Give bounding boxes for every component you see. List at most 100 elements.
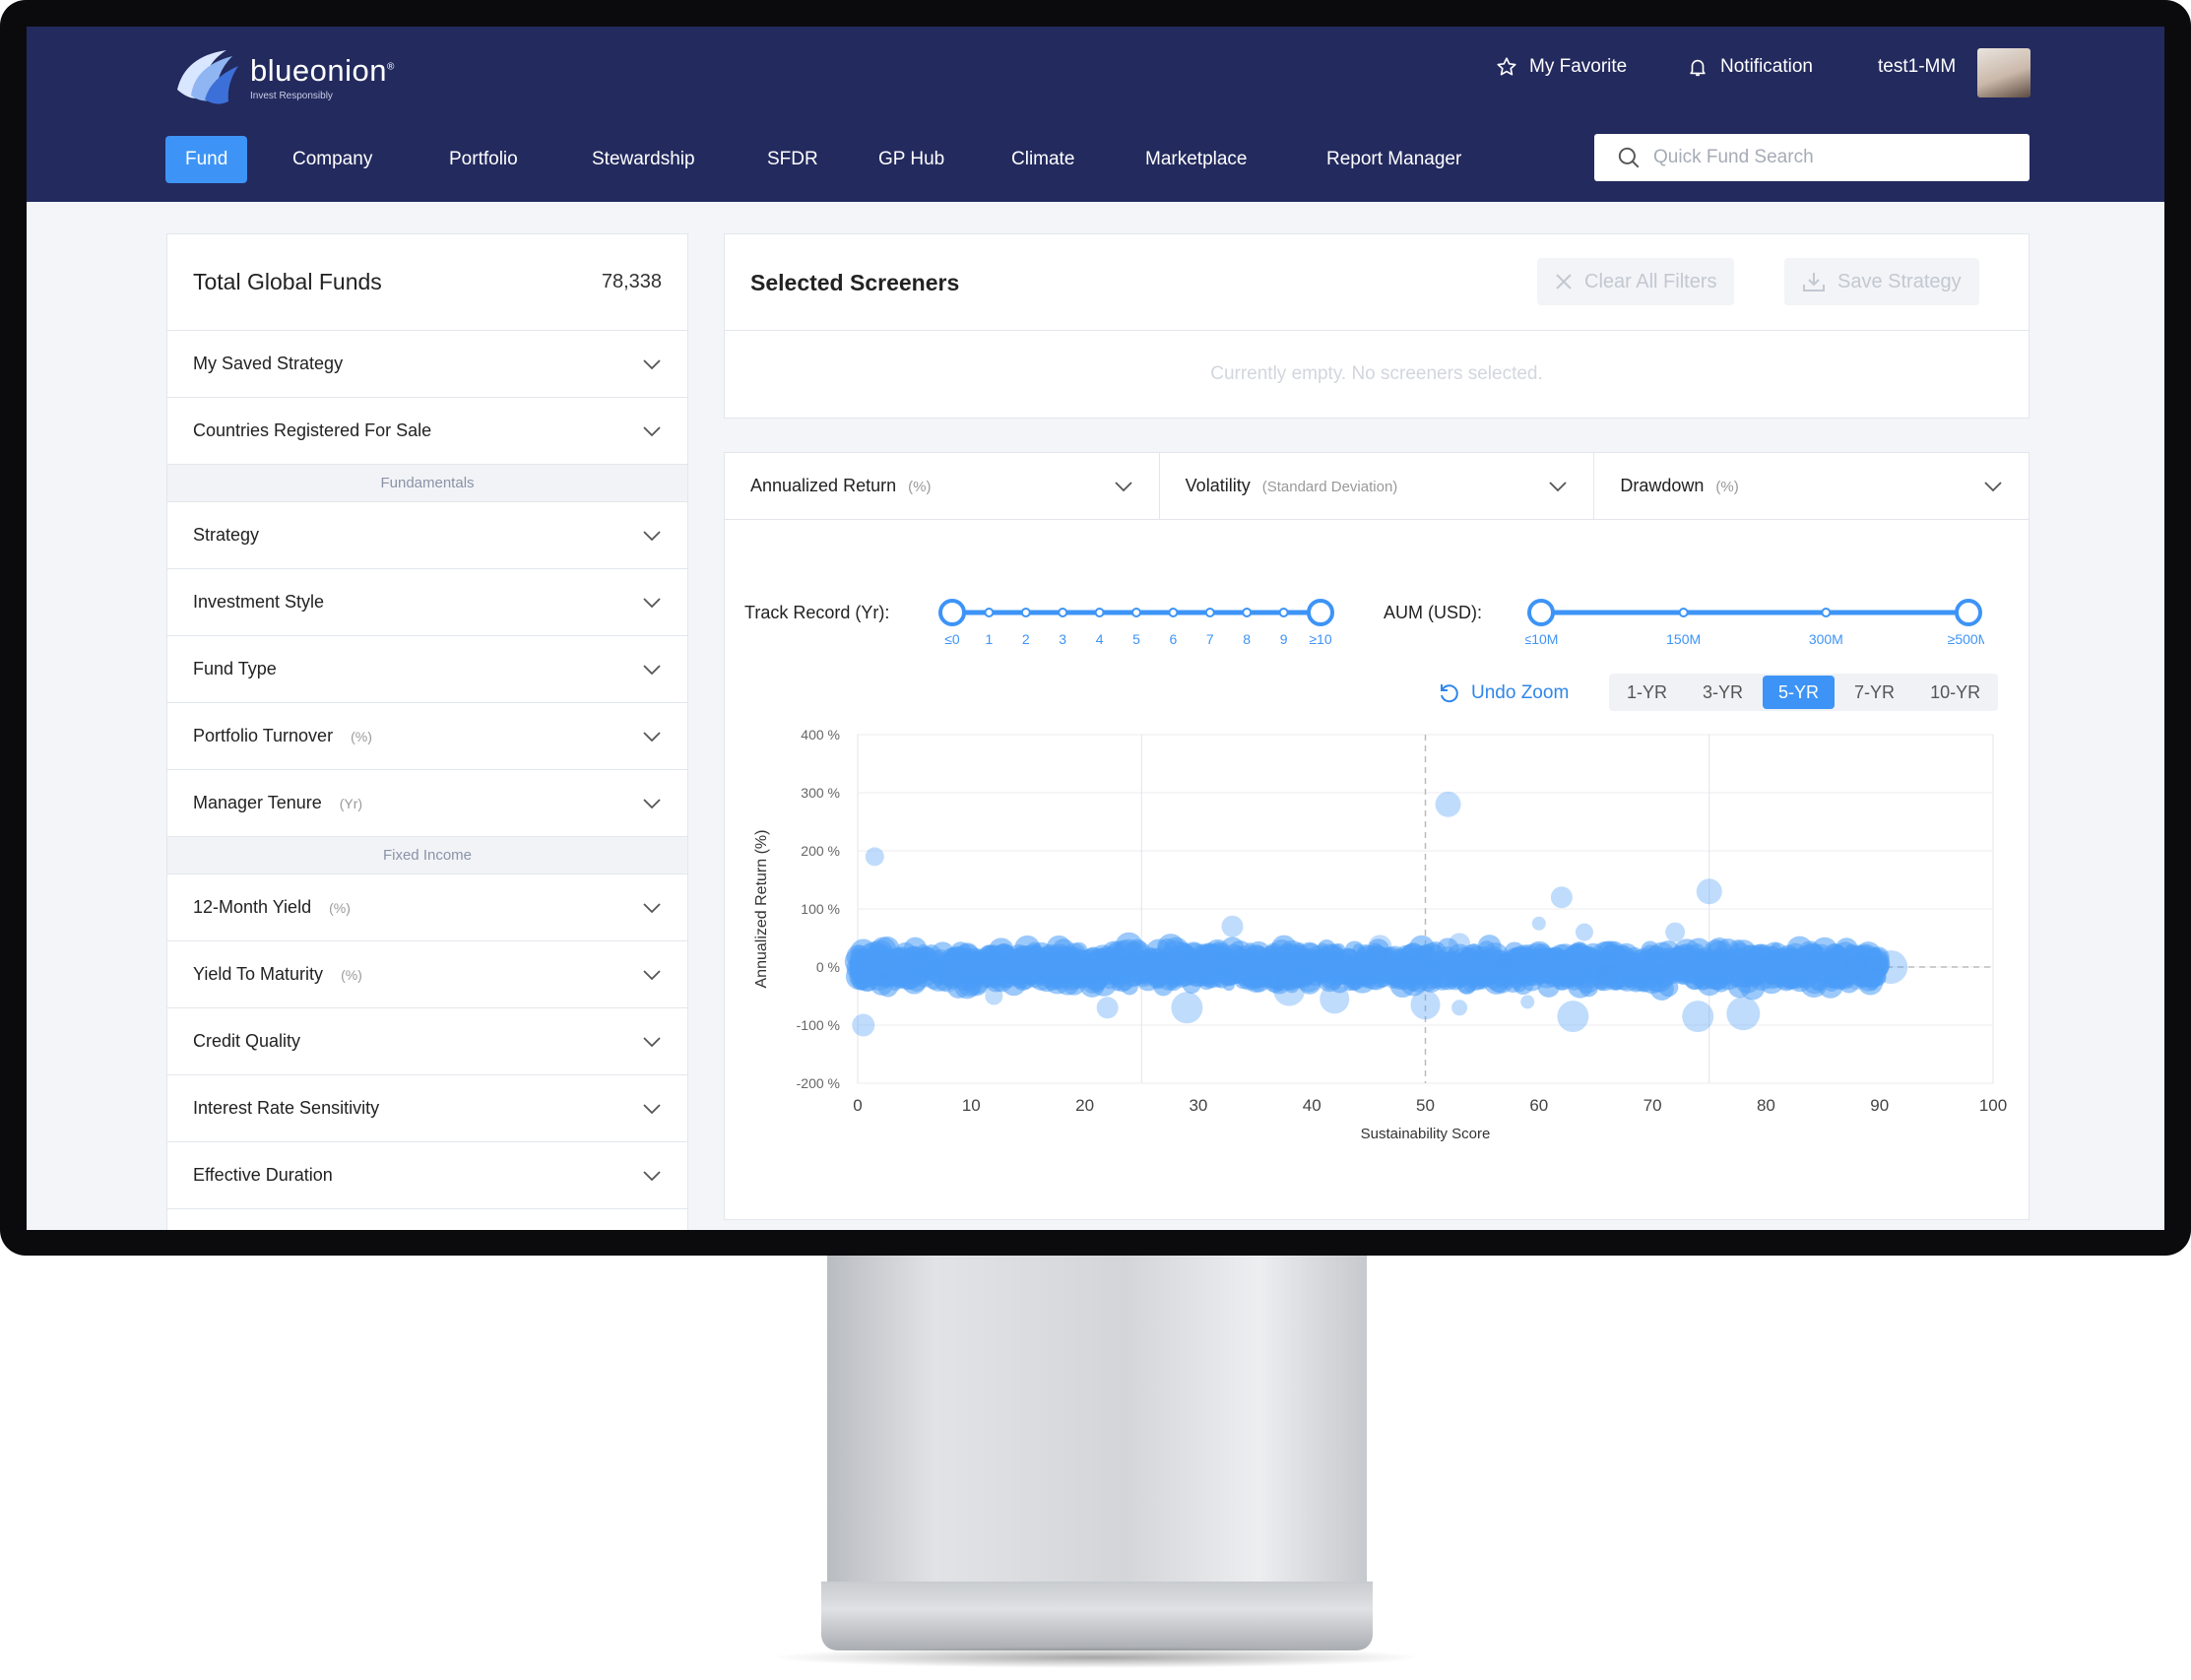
nav-marketplace[interactable]: Marketplace: [1145, 136, 1248, 183]
filter-fund-type[interactable]: Fund Type: [167, 636, 687, 703]
metric-annualized-return[interactable]: Annualized Return (%): [725, 453, 1160, 519]
period-3-yr[interactable]: 3-YR: [1687, 676, 1759, 709]
fund-point: [1171, 992, 1203, 1024]
track-record-tick-dot: [1204, 608, 1215, 617]
filter-my-saved-strategy[interactable]: My Saved Strategy: [167, 331, 687, 398]
track-record-label: Track Record (Yr):: [744, 603, 890, 622]
aum-handle: [1955, 599, 1982, 626]
fund-point: [852, 1013, 875, 1037]
filter-manager-tenure[interactable]: Manager Tenure (Yr): [167, 770, 687, 837]
fund-point: [1347, 965, 1367, 985]
fund-point: [1553, 971, 1564, 982]
filter-12-month-yield[interactable]: 12-Month Yield (%): [167, 874, 687, 941]
undo-zoom-button[interactable]: Undo Zoom: [1438, 681, 1569, 705]
track-record-tick-dot: [1020, 608, 1031, 617]
metric-label: Annualized Return: [750, 476, 897, 495]
x-tick-label: 90: [1870, 1096, 1889, 1115]
period-5-yr[interactable]: 5-YR: [1763, 676, 1836, 709]
fund-chart-card: Annualized Return (%) Volatility (Standard…: [724, 452, 2030, 1220]
fund-point: [1435, 791, 1461, 817]
logo-tagline: Invest Responsibly: [250, 90, 333, 101]
fund-point: [1535, 949, 1547, 961]
y-tick-label: 400 %: [801, 729, 840, 743]
filter-label: Effective Duration: [193, 1165, 333, 1185]
selected-screeners-title: Selected Screeners: [750, 270, 960, 295]
filter-label: 12-Month Yield: [193, 897, 312, 917]
aum-tick-label: ≥500M: [1948, 631, 1984, 647]
quick-fund-search[interactable]: Quick Fund Search: [1594, 134, 2030, 181]
logo-icon: [177, 50, 238, 104]
nav-sfdr[interactable]: SFDR: [767, 136, 818, 183]
my-favorite-link[interactable]: My Favorite: [1496, 56, 1627, 78]
fund-point: [1615, 958, 1630, 973]
fund-point: [1065, 954, 1082, 970]
brand-logo[interactable]: blueonion® Invest Responsibly: [171, 46, 395, 107]
nav-gp-hub[interactable]: GP Hub: [878, 136, 944, 183]
metric-volatility[interactable]: Volatility (Standard Deviation): [1160, 453, 1595, 519]
filter-effective-duration[interactable]: Effective Duration: [167, 1142, 687, 1209]
y-tick-label: -200 %: [797, 1075, 840, 1091]
fund-point: [1273, 974, 1306, 1006]
period-selector: 1-YR 3-YR 5-YR 7-YR 10-YR: [1609, 674, 1999, 711]
search-icon: [1618, 147, 1640, 168]
period-1-yr[interactable]: 1-YR: [1611, 676, 1683, 709]
fund-point: [1575, 923, 1593, 941]
bell-icon: [1690, 59, 1706, 77]
clear-all-filters-button[interactable]: Clear All Filters: [1537, 258, 1735, 305]
y-tick-label: 100 %: [801, 901, 840, 917]
period-7-yr[interactable]: 7-YR: [1838, 676, 1910, 709]
aum-tick-label: 150M: [1666, 631, 1701, 647]
nav-report-manager[interactable]: Report Manager: [1326, 136, 1461, 183]
chevron-down-icon: [643, 731, 661, 742]
chevron-down-icon: [1984, 481, 2002, 491]
filter-label: Portfolio Turnover: [193, 726, 334, 745]
top-header: blueonion® Invest Responsibly My Favorit…: [27, 27, 2164, 202]
nav-company[interactable]: Company: [292, 136, 372, 183]
filter-strategy[interactable]: Strategy: [167, 502, 687, 569]
period-10-yr[interactable]: 10-YR: [1914, 676, 1996, 709]
filter-credit-quality[interactable]: Credit Quality: [167, 1008, 687, 1075]
user-menu[interactable]: test1-MM: [1878, 56, 1956, 78]
clear-all-filters-label: Clear All Filters: [1584, 270, 1717, 292]
fund-point: [1115, 971, 1128, 985]
nav-climate[interactable]: Climate: [1011, 136, 1074, 183]
y-tick-label: 200 %: [801, 843, 840, 859]
filter-unit: (%): [329, 900, 351, 916]
notification-link[interactable]: Notification: [1687, 56, 1813, 78]
track-record-slider[interactable]: ≤0 1 2 3 4 5 6 7 8 9 ≥10: [936, 599, 1336, 658]
nav-portfolio[interactable]: Portfolio: [449, 136, 518, 183]
chevron-down-icon: [643, 969, 661, 980]
save-strategy-button[interactable]: Save Strategy: [1784, 258, 1979, 305]
aum-slider[interactable]: ≤10M 150M 300M ≥500M: [1524, 599, 1989, 658]
filter-investment-style[interactable]: Investment Style: [167, 569, 687, 636]
track-record-tick-dot: [1058, 608, 1068, 617]
track-record-tick-dot: [984, 608, 995, 617]
fund-point: [1839, 955, 1874, 990]
filter-yield-to-maturity[interactable]: Yield To Maturity (%): [167, 941, 687, 1008]
total-funds-title: Total Global Funds: [193, 269, 382, 294]
monitor-stand-foot: [821, 1582, 1373, 1650]
fund-point: [1321, 970, 1335, 985]
filter-countries-registered[interactable]: Countries Registered For Sale: [167, 398, 687, 465]
fund-point: [1427, 960, 1454, 989]
fund-point: [1527, 964, 1546, 983]
chevron-down-icon: [643, 530, 661, 541]
aum-tick-label: ≤10M: [1525, 631, 1558, 647]
fund-point: [1096, 997, 1119, 1019]
filter-unit: (%): [341, 967, 362, 983]
nav-stewardship[interactable]: Stewardship: [592, 136, 695, 183]
save-strategy-label: Save Strategy: [1837, 270, 1962, 292]
monitor-stand-neck: [827, 1256, 1367, 1585]
nav-fund[interactable]: Fund: [165, 136, 248, 183]
filter-interest-rate-sensitivity[interactable]: Interest Rate Sensitivity: [167, 1075, 687, 1142]
user-avatar[interactable]: [1977, 48, 2030, 97]
scatter-chart[interactable]: 400 % 300 % 200 % 100 % 0 % -100 % -200 % 0 10 20…: [725, 729, 2030, 1221]
metric-unit: (Standard Deviation): [1261, 479, 1398, 495]
fund-point: [1027, 952, 1044, 968]
fund-point: [1156, 963, 1176, 984]
aum-tick-label: 300M: [1809, 631, 1843, 647]
fund-point: [1665, 922, 1686, 942]
total-funds-count: 78,338: [601, 271, 662, 292]
metric-drawdown[interactable]: Drawdown (%): [1594, 453, 2029, 519]
filter-portfolio-turnover[interactable]: Portfolio Turnover (%): [167, 703, 687, 770]
